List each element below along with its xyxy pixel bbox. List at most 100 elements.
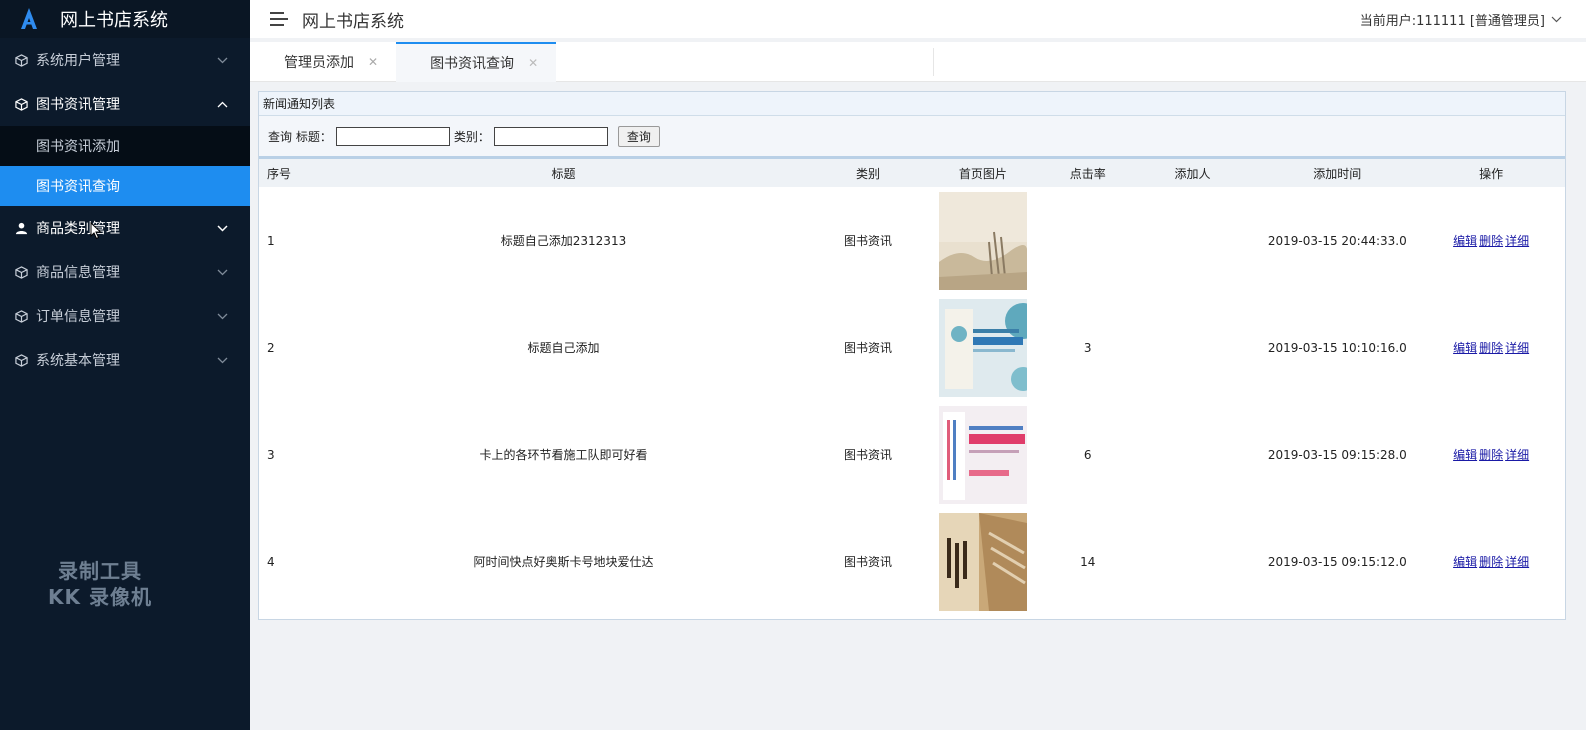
delete-link[interactable]: 删除: [1479, 234, 1503, 248]
cube-icon: [14, 265, 28, 279]
user-menu[interactable]: 当前用户:111111 [普通管理员]: [1360, 10, 1562, 29]
edit-link[interactable]: 编辑: [1453, 341, 1477, 355]
chevron-down-icon: [1551, 12, 1562, 27]
row-adder: [1128, 508, 1258, 615]
search-title-input[interactable]: [335, 126, 450, 146]
cover-image: [938, 191, 1027, 290]
chevron-down-icon: [216, 354, 228, 366]
edit-link[interactable]: 编辑: [1453, 448, 1477, 462]
row-title: 卡上的各环节看施工队即可好看: [479, 448, 648, 462]
tab-admin-add[interactable]: 管理员添加 ✕: [250, 42, 396, 82]
sidebar-item-label: 订单信息管理: [36, 309, 120, 325]
header-title: 网上书店系统: [302, 11, 404, 32]
sidebar-item-system-basic[interactable]: 系统基本管理: [0, 338, 250, 382]
sidebar-item-goods-info[interactable]: 商品信息管理: [0, 250, 250, 294]
user-info-text: 当前用户:111111 [普通管理员]: [1359, 14, 1545, 29]
edit-link[interactable]: 编辑: [1453, 234, 1477, 248]
cube-icon: [14, 53, 28, 67]
table-row: 3 卡上的各环节看施工队即可好看 图书资讯 6 2019-03-15 09:15…: [259, 401, 1565, 508]
watermark-line1: 录制工具: [58, 559, 142, 583]
cube-icon: [14, 97, 28, 111]
table-row: 1 标题自己添加2312313 图书资讯 2019-03-15 20:44:33…: [259, 187, 1565, 294]
sidebar-subitem-book-news-query[interactable]: 图书资讯查询: [0, 166, 250, 206]
search-button[interactable]: 查询: [617, 125, 660, 147]
column-header: 添加人: [1174, 166, 1211, 181]
delete-link[interactable]: 删除: [1479, 341, 1503, 355]
row-actions: 编辑 删除 详细: [1417, 508, 1565, 615]
row-title: 标题自己添加2312313: [500, 234, 627, 248]
close-icon[interactable]: ✕: [528, 56, 538, 70]
sidebar-item-order-info[interactable]: 订单信息管理: [0, 294, 250, 338]
cover-image: [938, 405, 1027, 504]
row-time: 2019-03-15 09:15:28.0: [1267, 447, 1407, 462]
tab-label: 管理员添加: [284, 55, 354, 71]
row-time: 2019-03-15 20:44:33.0: [1267, 233, 1407, 248]
row-clicks: [1048, 187, 1128, 294]
table-row: 4 阿时间快点好奥斯卡号地块爱仕达 图书资讯 14 2019-03-15 09:…: [259, 508, 1565, 615]
menu-toggle-icon[interactable]: [270, 12, 288, 26]
sidebar: 网上书店系统 系统用户管理 图书资讯管理 图书资讯添加 图书资讯查询 商品类别管…: [0, 0, 250, 730]
panel-title: 新闻通知列表: [259, 92, 1565, 116]
detail-link[interactable]: 详细: [1505, 341, 1529, 355]
close-icon[interactable]: ✕: [368, 55, 378, 69]
edit-link[interactable]: 编辑: [1453, 555, 1477, 569]
chevron-down-icon: [216, 266, 228, 278]
search-category-input[interactable]: [493, 126, 608, 146]
brand-title: 网上书店系统: [60, 10, 168, 31]
chevron-up-icon: [216, 98, 228, 110]
tab-bar: 管理员添加 ✕ 图书资讯查询 ✕: [250, 42, 1586, 82]
chevron-down-icon: [216, 54, 228, 66]
sidebar-item-goods-category[interactable]: 商品类别管理: [0, 206, 250, 250]
detail-link[interactable]: 详细: [1505, 555, 1529, 569]
row-clicks: 6: [1083, 447, 1092, 462]
row-number: 3: [267, 447, 275, 462]
table-header-row: 序号 标题 类别 首页图片 点击率 添加人 添加时间 操作: [259, 159, 1565, 187]
sidebar-item-label: 商品信息管理: [36, 265, 120, 281]
sidebar-item-system-users[interactable]: 系统用户管理: [0, 38, 250, 82]
row-category: 图书资讯: [843, 234, 892, 248]
cover-image: [938, 298, 1027, 397]
row-adder: [1128, 187, 1258, 294]
cube-icon: [14, 353, 28, 367]
user-icon: [14, 221, 28, 235]
sidebar-item-label: 系统基本管理: [36, 353, 120, 369]
row-category: 图书资讯: [843, 448, 892, 462]
row-actions: 编辑 删除 详细: [1417, 401, 1565, 508]
row-title: 阿时间快点好奥斯卡号地块爱仕达: [473, 555, 654, 569]
cover-image: [938, 512, 1027, 611]
delete-link[interactable]: 删除: [1479, 555, 1503, 569]
row-clicks: 3: [1083, 340, 1092, 355]
sidebar-subitem-book-news-add[interactable]: 图书资讯添加: [0, 126, 250, 166]
brand: 网上书店系统: [0, 0, 250, 38]
search-category-label: 类别：: [453, 129, 490, 144]
detail-link[interactable]: 详细: [1505, 448, 1529, 462]
row-actions: 编辑 删除 详细: [1417, 187, 1565, 294]
news-table: 序号 标题 类别 首页图片 点击率 添加人 添加时间 操作 1 标题自己添加23…: [259, 159, 1565, 615]
logo-icon: [18, 7, 40, 31]
tab-label: 图书资讯查询: [430, 56, 515, 72]
submenu-book-news: 图书资讯添加 图书资讯查询: [0, 126, 250, 206]
watermark-line2: KK 录像机: [48, 585, 152, 609]
row-adder: [1128, 294, 1258, 401]
column-header: 点击率: [1069, 166, 1106, 181]
column-header: 序号: [267, 166, 292, 181]
tab-book-news-query[interactable]: 图书资讯查询 ✕: [396, 42, 557, 82]
sidebar-item-book-news[interactable]: 图书资讯管理: [0, 82, 250, 126]
search-bar: 查询 标题： 类别： 查询: [259, 116, 1565, 159]
delete-link[interactable]: 删除: [1479, 448, 1503, 462]
chevron-down-icon: [216, 222, 228, 234]
row-adder: [1128, 401, 1258, 508]
table-row: 2 标题自己添加 图书资讯 3 2019-03-15 10:10:16.0 编辑…: [259, 294, 1565, 401]
sidebar-item-label: 商品类别管理: [36, 221, 120, 237]
mouse-cursor-icon: [90, 221, 102, 244]
sidebar-item-label: 图书资讯管理: [36, 97, 120, 113]
detail-link[interactable]: 详细: [1505, 234, 1529, 248]
column-header: 操作: [1479, 166, 1504, 181]
row-clicks: 14: [1080, 554, 1096, 569]
column-header: 类别: [855, 166, 880, 181]
column-header: 首页图片: [958, 166, 1007, 181]
recorder-watermark: 录制工具 KK 录像机: [30, 558, 170, 610]
row-category: 图书资讯: [843, 341, 892, 355]
search-title-label: 查询 标题：: [268, 129, 332, 144]
row-category: 图书资讯: [843, 555, 892, 569]
